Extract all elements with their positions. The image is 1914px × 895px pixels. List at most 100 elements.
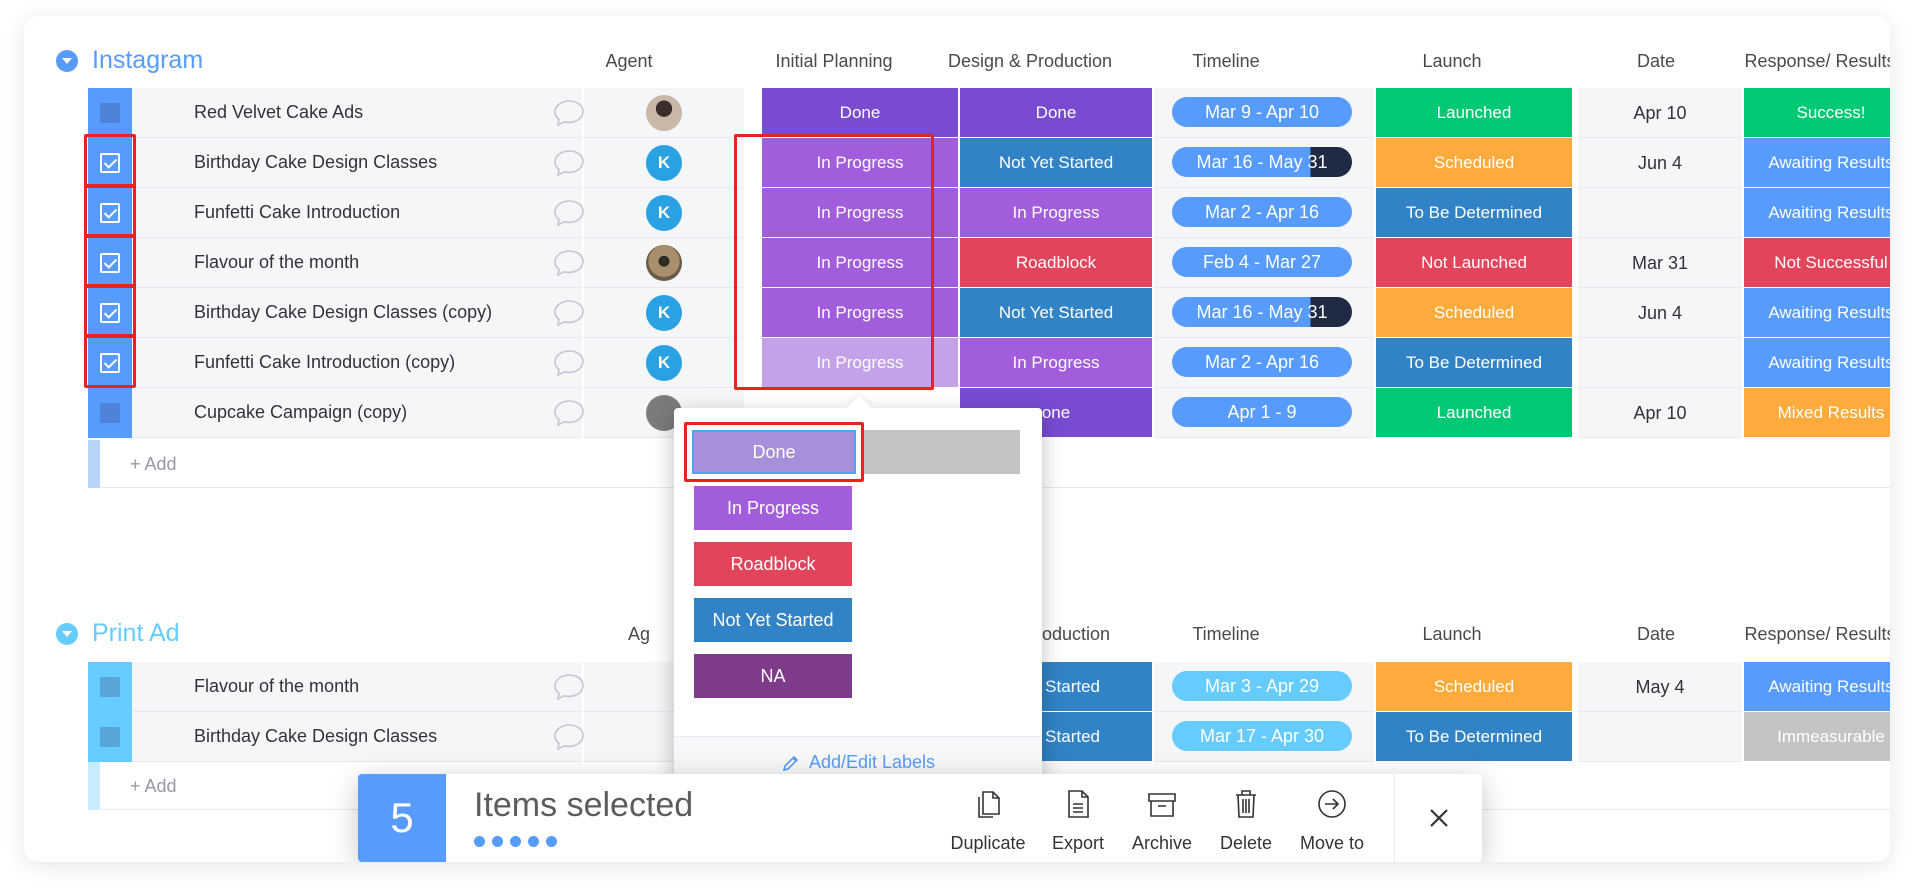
date-value[interactable]: Apr 10 (1578, 403, 1742, 424)
status-response[interactable]: Success! (1744, 88, 1890, 137)
timeline-pill[interactable]: Mar 9 - Apr 10 (1172, 97, 1352, 127)
close-action-bar-button[interactable] (1394, 774, 1482, 862)
close-icon (1429, 809, 1448, 827)
updates-bubble-icon[interactable] (552, 248, 586, 278)
timeline-pill[interactable]: Mar 2 - Apr 16 (1172, 197, 1352, 227)
status-launch[interactable]: To Be Determined (1376, 188, 1572, 237)
status-response[interactable]: Awaiting Results (1744, 662, 1890, 711)
status-launch[interactable]: Scheduled (1376, 288, 1572, 337)
move-to-label: Move to (1299, 833, 1365, 853)
archive-button[interactable]: Archive (1122, 786, 1202, 854)
timeline-pill[interactable]: Mar 2 - Apr 16 (1172, 347, 1352, 377)
item-name-cell[interactable]: Red Velvet Cake Ads (132, 88, 584, 138)
timeline-pill[interactable]: Mar 3 - Apr 29 (1172, 671, 1352, 701)
status-response[interactable]: Immeasurable (1744, 712, 1890, 761)
status-option-na[interactable]: NA (694, 654, 852, 698)
timeline-pill[interactable]: Mar 16 - May 31 (1172, 297, 1352, 327)
date-value[interactable]: Apr 10 (1578, 103, 1742, 124)
status-response[interactable]: Awaiting Results (1744, 338, 1890, 387)
move-to-button[interactable]: Move to (1292, 786, 1372, 854)
row-checkbox[interactable] (100, 677, 120, 697)
table-row[interactable]: Flavour of the month In Progress Roadblo… (88, 238, 1890, 288)
items-selected-label: Items selected (474, 786, 694, 824)
status-launch[interactable]: Scheduled (1376, 138, 1572, 187)
date-value[interactable]: Jun 4 (1578, 303, 1742, 324)
updates-bubble-icon[interactable] (552, 348, 586, 378)
updates-bubble-icon[interactable] (552, 198, 586, 228)
column-header-agent[interactable]: Ag (628, 624, 668, 645)
date-value[interactable]: Jun 4 (1578, 153, 1742, 174)
timeline-pill[interactable]: Mar 17 - Apr 30 (1172, 721, 1352, 751)
column-header-response[interactable]: Response/ Results (1730, 51, 1890, 72)
column-header-launch[interactable]: Launch (1354, 51, 1550, 72)
table-row[interactable]: Funfetti Cake Introduction K In Progress… (88, 188, 1890, 238)
column-header-date[interactable]: Date (1574, 624, 1738, 645)
column-header-date[interactable]: Date (1574, 51, 1738, 72)
status-design-production[interactable]: In Progress (960, 188, 1152, 237)
status-design-production[interactable]: Not Yet Started (960, 138, 1152, 187)
status-launch[interactable]: Not Launched (1376, 238, 1572, 287)
status-design-production[interactable]: In Progress (960, 338, 1152, 387)
status-launch[interactable]: Launched (1376, 388, 1572, 437)
item-name: Funfetti Cake Introduction (194, 202, 401, 222)
group-title-instagram[interactable]: Instagram (92, 46, 203, 75)
collapse-group-icon[interactable] (56, 623, 78, 645)
delete-label: Delete (1219, 833, 1273, 853)
updates-bubble-icon[interactable] (552, 398, 586, 428)
status-design-production[interactable]: Not Yet Started (960, 288, 1152, 337)
column-header-launch[interactable]: Launch (1354, 624, 1550, 645)
updates-bubble-icon[interactable] (552, 98, 586, 128)
highlight-checkbox-3 (84, 234, 136, 288)
avatar: K (646, 195, 682, 231)
duplicate-button[interactable]: Duplicate (948, 786, 1028, 854)
timeline-pill[interactable]: Apr 1 - 9 (1172, 397, 1352, 427)
status-response[interactable]: Mixed Results (1744, 388, 1890, 437)
table-row[interactable]: Funfetti Cake Introduction (copy) K In P… (88, 338, 1890, 388)
highlight-checkbox-5 (84, 334, 136, 388)
export-button[interactable]: Export (1038, 786, 1118, 854)
agent-cell[interactable] (584, 88, 744, 138)
updates-bubble-icon[interactable] (552, 722, 586, 752)
status-initial-planning[interactable]: Done (762, 88, 958, 137)
status-design-production[interactable]: Roadblock (960, 238, 1152, 287)
status-option-not-yet-started[interactable]: Not Yet Started (694, 598, 852, 642)
highlight-done-option (684, 422, 864, 482)
status-response[interactable]: Not Successful (1744, 238, 1890, 287)
status-response[interactable]: Awaiting Results (1744, 188, 1890, 237)
status-launch[interactable]: Scheduled (1376, 662, 1572, 711)
column-header-timeline[interactable]: Timeline (1128, 624, 1324, 645)
status-launch[interactable]: To Be Determined (1376, 712, 1572, 761)
updates-bubble-icon[interactable] (552, 298, 586, 328)
timeline-pill[interactable]: Feb 4 - Mar 27 (1172, 247, 1352, 277)
status-option-roadblock[interactable]: Roadblock (694, 542, 852, 586)
avatar (646, 95, 682, 131)
collapse-group-icon[interactable] (56, 50, 78, 72)
table-row[interactable]: Birthday Cake Design Classes (copy) K In… (88, 288, 1890, 338)
row-checkbox[interactable] (100, 727, 120, 747)
column-header-design-production[interactable]: Design & Production (932, 51, 1128, 72)
column-header-initial-planning[interactable]: Initial Planning (736, 51, 932, 72)
delete-button[interactable]: Delete (1206, 786, 1286, 854)
export-icon (1068, 790, 1089, 818)
timeline-pill[interactable]: Mar 16 - May 31 (1172, 147, 1352, 177)
status-design-production[interactable]: Done (960, 88, 1152, 137)
column-header-response[interactable]: Response/ Results (1730, 624, 1890, 645)
row-checkbox[interactable] (100, 403, 120, 423)
date-value[interactable]: May 4 (1578, 677, 1742, 698)
updates-bubble-icon[interactable] (552, 672, 586, 702)
status-option-in-progress[interactable]: In Progress (694, 486, 852, 530)
status-launch[interactable]: Launched (1376, 88, 1572, 137)
date-value[interactable]: Mar 31 (1578, 253, 1742, 274)
table-row[interactable]: Birthday Cake Design Classes K In Progre… (88, 138, 1890, 188)
table-row[interactable]: Red Velvet Cake Ads Done Done Mar 9 - Ap… (88, 88, 1890, 138)
status-dropdown: Done In Progress Roadblock Not Yet Start… (674, 395, 1042, 788)
updates-bubble-icon[interactable] (552, 148, 586, 178)
column-header-agent[interactable]: Agent (584, 51, 674, 72)
column-header-timeline[interactable]: Timeline (1128, 51, 1324, 72)
avatar: K (646, 295, 682, 331)
group-title-print-ad[interactable]: Print Ad (92, 619, 180, 648)
status-launch[interactable]: To Be Determined (1376, 338, 1572, 387)
status-response[interactable]: Awaiting Results (1744, 288, 1890, 337)
row-checkbox[interactable] (100, 103, 120, 123)
status-response[interactable]: Awaiting Results (1744, 138, 1890, 187)
